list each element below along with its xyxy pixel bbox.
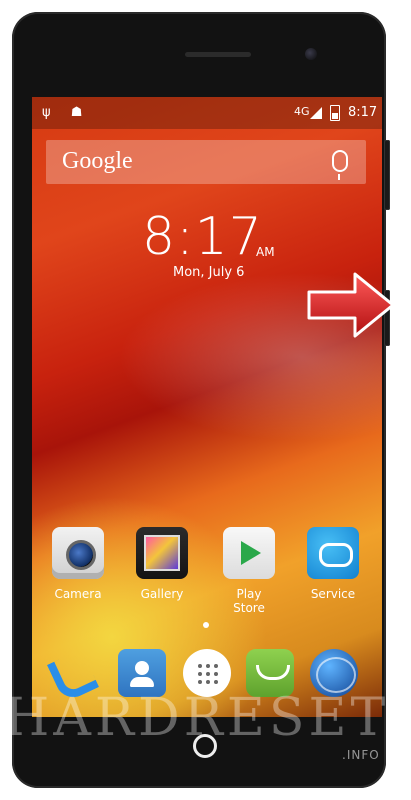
page-indicator-dot: [203, 622, 209, 628]
google-logo: Google: [62, 148, 133, 174]
home-button[interactable]: [193, 734, 217, 758]
clock-time[interactable]: 8:17: [142, 207, 263, 267]
service-icon: [307, 527, 359, 579]
signal-icon: [310, 107, 322, 119]
microphone-icon[interactable]: [332, 150, 348, 180]
battery-icon: [330, 105, 340, 121]
app-label: Gallery: [140, 587, 184, 601]
app-label: Play Store: [233, 587, 265, 615]
status-time: 8:17: [348, 105, 378, 120]
home-screen: ψ ☗ 4G 8:17 Google 8:17 AM Mon, July 6 C…: [32, 97, 382, 717]
app-gallery[interactable]: Gallery: [132, 527, 192, 601]
watermark-sub: .INFO: [342, 748, 380, 762]
earpiece: [185, 52, 251, 57]
google-search-widget[interactable]: Google: [46, 140, 366, 184]
clock-ampm: AM: [256, 245, 275, 259]
play-store-icon: [223, 527, 275, 579]
status-bar: ψ ☗ 4G 8:17: [32, 97, 382, 129]
app-service[interactable]: Service: [303, 527, 363, 601]
notification-icons: ψ ☗: [42, 105, 91, 120]
power-button-arrow: [307, 272, 395, 338]
front-camera-icon: [305, 48, 317, 60]
clock-date: Mon, July 6: [173, 265, 245, 280]
camera-icon: [52, 527, 104, 579]
network-type: 4G: [294, 105, 310, 118]
app-play-store[interactable]: Play Store: [219, 527, 279, 615]
app-label: Service: [310, 587, 356, 601]
app-label: Camera: [54, 587, 102, 601]
volume-button[interactable]: [384, 140, 390, 210]
app-camera[interactable]: Camera: [48, 527, 108, 601]
gallery-icon: [136, 527, 188, 579]
